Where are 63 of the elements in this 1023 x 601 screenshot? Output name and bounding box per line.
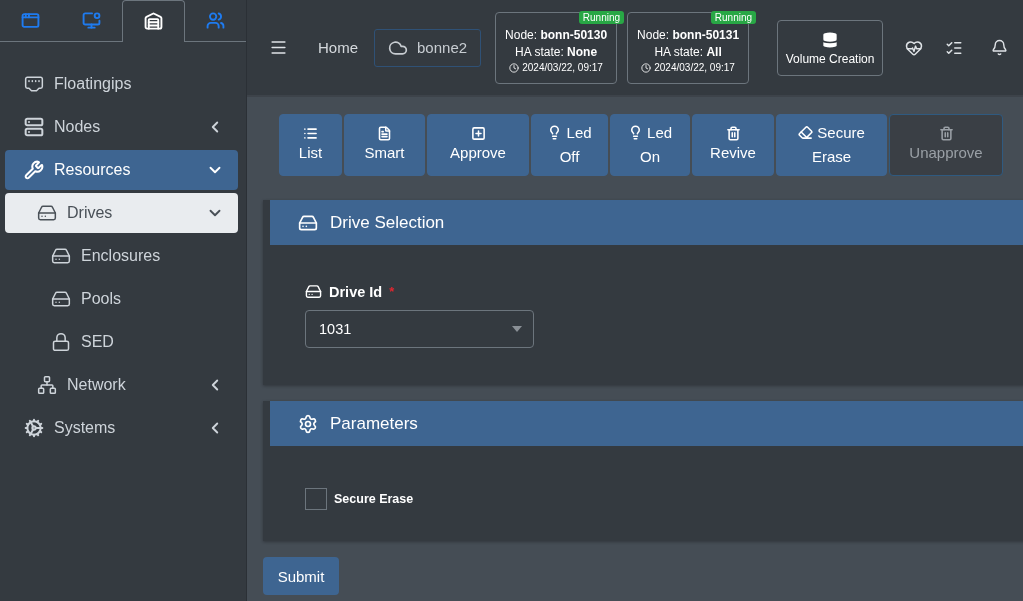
toolbar-button[interactable]: List: [279, 114, 342, 176]
toolbar-button[interactable]: Secure Erase: [776, 114, 887, 176]
network-icon: [37, 375, 57, 395]
sidebar-item[interactable]: Resources: [5, 150, 238, 190]
toolbar-button[interactable]: Led On: [610, 114, 690, 176]
drive-icon: [51, 289, 71, 309]
monitor-icon: [82, 11, 101, 30]
eraser-icon: [798, 125, 814, 140]
checkbox[interactable]: [305, 488, 327, 510]
drive-icon: [305, 283, 322, 300]
sidebar-item[interactable]: SED: [5, 322, 238, 362]
trash-icon: [938, 125, 954, 141]
submit-button[interactable]: Submit: [263, 557, 339, 595]
trash-icon: [725, 125, 741, 141]
menu-icon[interactable]: [269, 38, 288, 57]
list-icon: [303, 125, 318, 141]
drive-id-select[interactable]: 1031: [305, 310, 534, 348]
checkbox-label: Secure Erase: [334, 492, 414, 506]
gears-icon: [24, 418, 44, 438]
sidebar-item[interactable]: Pools: [5, 279, 238, 319]
node-text: Node: bonn-50131: [637, 28, 740, 42]
timestamp: 2024/03/22, 09:17: [654, 62, 735, 73]
window-icon: [21, 11, 40, 30]
card-title: Parameters: [330, 413, 418, 434]
card-title: Drive Selection: [330, 212, 445, 233]
sidebar-item[interactable]: Enclosures: [5, 236, 238, 276]
sidebar-item[interactable]: Nodes: [5, 107, 238, 147]
caret-icon: [512, 326, 522, 332]
node-text: Node: bonn-50130: [505, 28, 608, 42]
tools-icon: [24, 160, 44, 180]
clock-icon: [641, 62, 652, 73]
status-badge: Running: [710, 10, 757, 24]
lock-icon: [51, 332, 71, 352]
network-port-icon: [24, 74, 44, 94]
gear-icon: [298, 413, 318, 434]
toolbar-button[interactable]: Revive: [692, 114, 774, 176]
drive-icon: [51, 246, 71, 266]
sidebar-item[interactable]: Floatingips: [5, 64, 238, 104]
users-icon: [206, 11, 225, 30]
field-label: Drive Id: [329, 283, 383, 300]
toolbar-button[interactable]: Led Off: [531, 114, 608, 176]
sidebar-item[interactable]: Network: [5, 365, 238, 405]
sidebar-item[interactable]: Systems: [5, 408, 238, 448]
sidebar-item[interactable]: Drives: [5, 193, 238, 233]
timestamp: 2024/03/22, 09:17: [522, 62, 603, 73]
toolbar-button[interactable]: Approve: [427, 114, 529, 176]
drive-icon: [37, 203, 57, 223]
required-mark: *: [389, 284, 395, 299]
home-link[interactable]: Home: [318, 39, 358, 56]
clock-icon: [509, 62, 520, 73]
cluster-button[interactable]: bonne2: [374, 28, 482, 67]
document-icon: [377, 125, 392, 141]
status-badge: Running: [578, 10, 625, 24]
plus-square-icon: [470, 125, 486, 141]
sidebar-tab[interactable]: [122, 0, 185, 42]
ha-state-text: HA state: All: [654, 45, 722, 59]
server-icon: [24, 117, 44, 137]
warehouse-icon: [144, 12, 163, 31]
volume-creation-button[interactable]: Volume Creation: [777, 19, 884, 76]
bell-icon[interactable]: [991, 39, 1009, 56]
ha-state-text: HA state: None: [515, 45, 598, 59]
toolbar-button[interactable]: Smart: [344, 114, 425, 176]
heart-pulse-icon[interactable]: [905, 38, 924, 57]
